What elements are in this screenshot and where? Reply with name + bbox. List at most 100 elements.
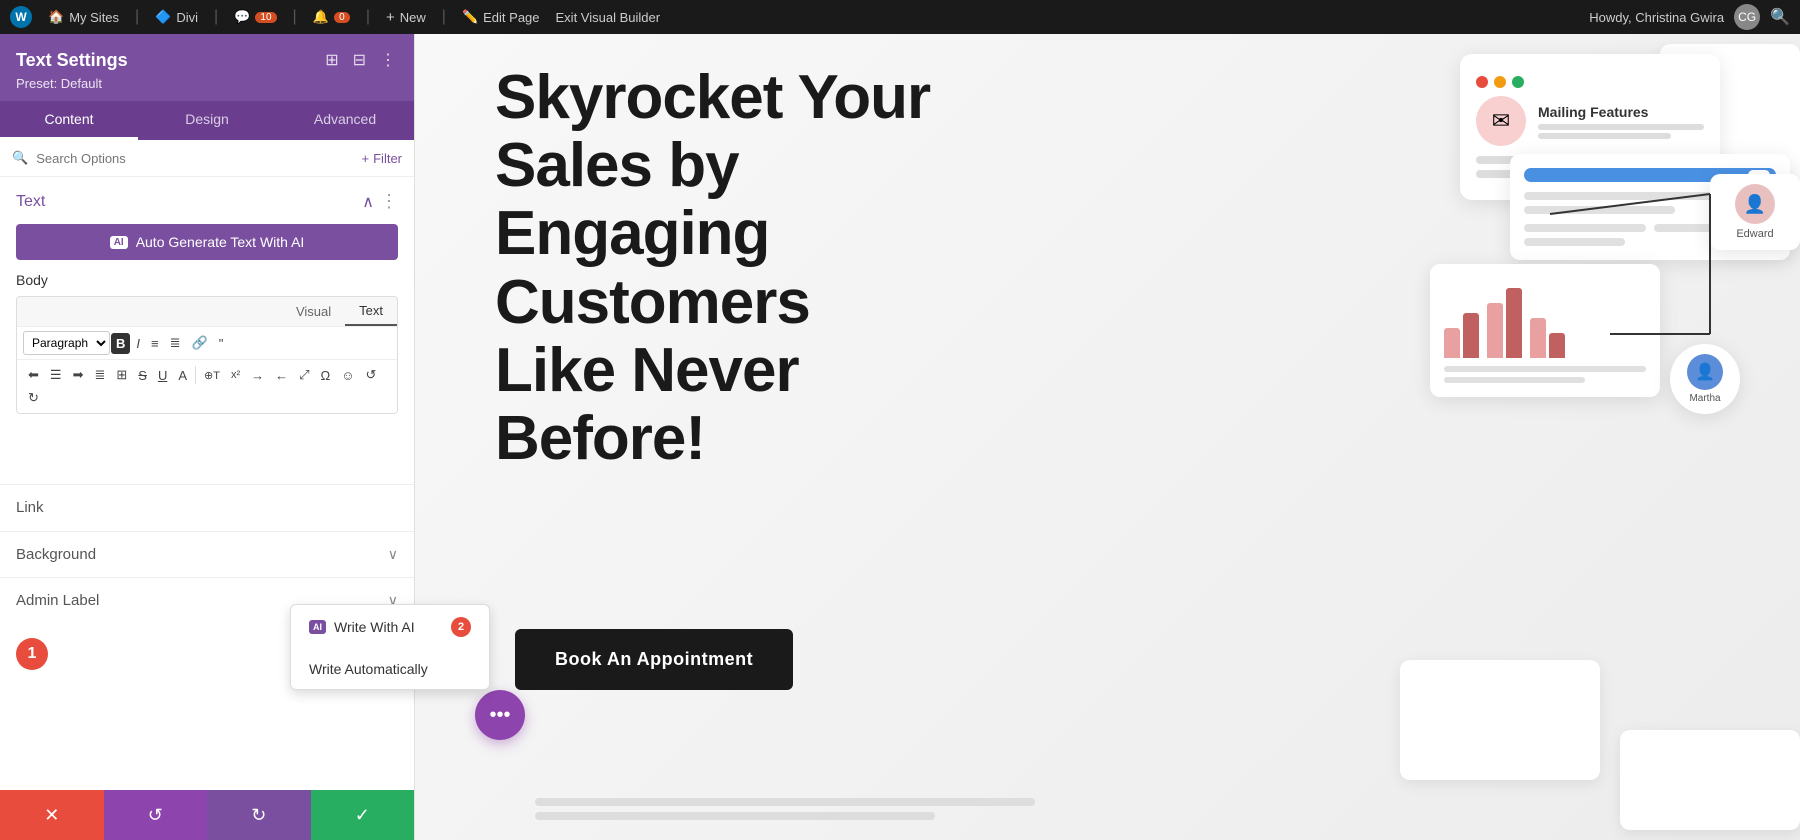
edit-page-menu[interactable]: ✏️ Edit Page [462, 9, 540, 25]
bottom-right-card-2 [1620, 730, 1800, 830]
bottom-action-bar: ✕ ↺ ↻ ✓ [0, 790, 414, 840]
floating-menu-button[interactable]: ••• [475, 690, 525, 740]
bold-button[interactable]: B [111, 333, 130, 354]
separator: | [366, 8, 370, 26]
panel-header: Text Settings ⊞ ⊟ ⋮ Preset: Default [0, 34, 414, 101]
step-indicator-1: 1 [16, 638, 48, 670]
editor-content-area [0, 414, 414, 484]
chart-card [1430, 264, 1660, 397]
outdent-button[interactable]: ← [270, 365, 293, 386]
paste-text-button[interactable]: ⊕T [199, 366, 225, 385]
mail-card-info: Mailing Features [1538, 104, 1704, 139]
maximize-icon[interactable]: ⊞ [323, 48, 340, 72]
superscript-button[interactable]: x² [226, 366, 245, 384]
notifications-badge: 0 [334, 12, 350, 23]
edward-avatar: 👤 [1735, 184, 1775, 224]
background-expand-button[interactable]: ∨ [388, 546, 398, 563]
undo-icon: ↺ [148, 805, 163, 825]
emoji-button[interactable]: ☺ [336, 365, 359, 386]
align-center-button[interactable]: ☰ [45, 364, 67, 386]
martha-card: 👤 Martha [1670, 344, 1740, 414]
mail-icon-circle: ✉ [1476, 96, 1526, 146]
align-justify-button[interactable]: ≣ [89, 364, 110, 386]
notifications-menu[interactable]: 🔔 0 [313, 9, 350, 25]
blockquote-button[interactable]: " [214, 333, 229, 354]
link-button[interactable]: 🔗 [187, 332, 213, 354]
more-options-icon[interactable]: ⋮ [378, 48, 398, 72]
undo-button[interactable]: ↺ [104, 790, 208, 840]
table-button[interactable]: ⊞ [111, 364, 132, 386]
step-indicator-2: 2 [451, 617, 471, 637]
redo-editor-button[interactable]: ↻ [23, 387, 44, 409]
text-section-header: Text ∧ ⋮ [0, 177, 414, 220]
section-collapse-button[interactable]: ∧ [362, 192, 374, 212]
wordpress-icon[interactable]: W [10, 6, 32, 28]
mail-card-header: ✉ Mailing Features [1476, 96, 1704, 146]
filter-button[interactable]: + Filter [362, 151, 402, 166]
plus-icon: + [362, 151, 370, 166]
panel-tabs: Content Design Advanced [0, 101, 414, 140]
chart-label-1 [1444, 366, 1646, 372]
window-controls [1476, 76, 1704, 88]
separator [195, 366, 196, 384]
bar-4 [1506, 288, 1522, 358]
text-color-button[interactable]: A [173, 365, 192, 386]
chart-label-2 [1444, 377, 1585, 383]
exit-builder-menu[interactable]: Exit Visual Builder [556, 10, 661, 25]
hero-headline: Skyrocket Your Sales by Engaging Custome… [495, 64, 945, 473]
tab-content[interactable]: Content [0, 101, 138, 140]
ordered-list-button[interactable]: ≣ [165, 332, 186, 354]
ai-generate-button[interactable]: AI Auto Generate Text With AI [16, 224, 398, 260]
strikethrough-button[interactable]: S [133, 365, 152, 386]
italic-button[interactable]: I [131, 333, 145, 354]
separator: | [293, 8, 297, 26]
redo-button[interactable]: ↻ [207, 790, 311, 840]
content-line [1524, 206, 1675, 214]
user-greeting: Howdy, Christina Gwira [1589, 10, 1724, 25]
search-options-input[interactable] [36, 151, 353, 166]
plus-icon: + [386, 9, 395, 26]
underline-button[interactable]: U [153, 365, 172, 386]
avatar[interactable]: CG [1734, 4, 1760, 30]
my-sites-menu[interactable]: 🏠 My Sites [48, 9, 119, 25]
text-tab[interactable]: Text [345, 297, 397, 326]
panel-content: Text ∧ ⋮ AI Auto Generate Text With AI B… [0, 177, 414, 790]
chart-labels [1444, 366, 1646, 383]
bell-icon: 🔔 [313, 9, 329, 25]
comments-menu[interactable]: 💬 10 [234, 9, 276, 25]
expand-editor-button[interactable]: ⤢ [294, 364, 314, 386]
tab-design[interactable]: Design [138, 101, 276, 140]
undo-editor-button[interactable]: ↺ [361, 364, 382, 386]
toolbar-row-1: Paragraph B I ≡ ≣ 🔗 " [17, 327, 397, 360]
book-appointment-button[interactable]: Book An Appointment [515, 629, 793, 690]
special-char-button[interactable]: Ω [316, 365, 336, 386]
hero-section: Skyrocket Your Sales by Engaging Custome… [495, 64, 945, 473]
save-button[interactable]: ✓ [311, 790, 415, 840]
content-strip-1 [535, 798, 1035, 806]
bar-5 [1530, 318, 1546, 358]
search-icon[interactable]: 🔍 [1770, 7, 1790, 27]
indent-button[interactable]: → [246, 365, 269, 386]
divi-icon: 🔷 [155, 9, 171, 25]
minimize-dot [1494, 76, 1506, 88]
martha-avatar: 👤 [1687, 354, 1723, 390]
martha-name: Martha [1689, 393, 1720, 404]
background-section-title: Background [16, 546, 96, 563]
divi-menu[interactable]: 🔷 Divi [155, 9, 198, 25]
tab-advanced[interactable]: Advanced [276, 101, 414, 140]
section-menu-button[interactable]: ⋮ [380, 191, 398, 212]
split-icon[interactable]: ⊟ [351, 48, 368, 72]
write-with-ai-item[interactable]: AI Write With AI 2 [291, 605, 489, 649]
separator: | [214, 8, 218, 26]
search-icon: 🔍 [12, 150, 28, 166]
unordered-list-button[interactable]: ≡ [146, 333, 164, 354]
write-automatically-item[interactable]: Write Automatically [291, 649, 489, 689]
paragraph-select[interactable]: Paragraph [23, 331, 110, 355]
align-left-button[interactable]: ⬅ [23, 364, 44, 386]
visual-tab[interactable]: Visual [282, 297, 345, 326]
align-right-button[interactable]: ➡ [68, 364, 89, 386]
new-content-menu[interactable]: + New [386, 9, 426, 26]
cancel-button[interactable]: ✕ [0, 790, 104, 840]
editor-tabs: Visual Text [17, 297, 397, 327]
bar-group-2 [1487, 288, 1522, 358]
